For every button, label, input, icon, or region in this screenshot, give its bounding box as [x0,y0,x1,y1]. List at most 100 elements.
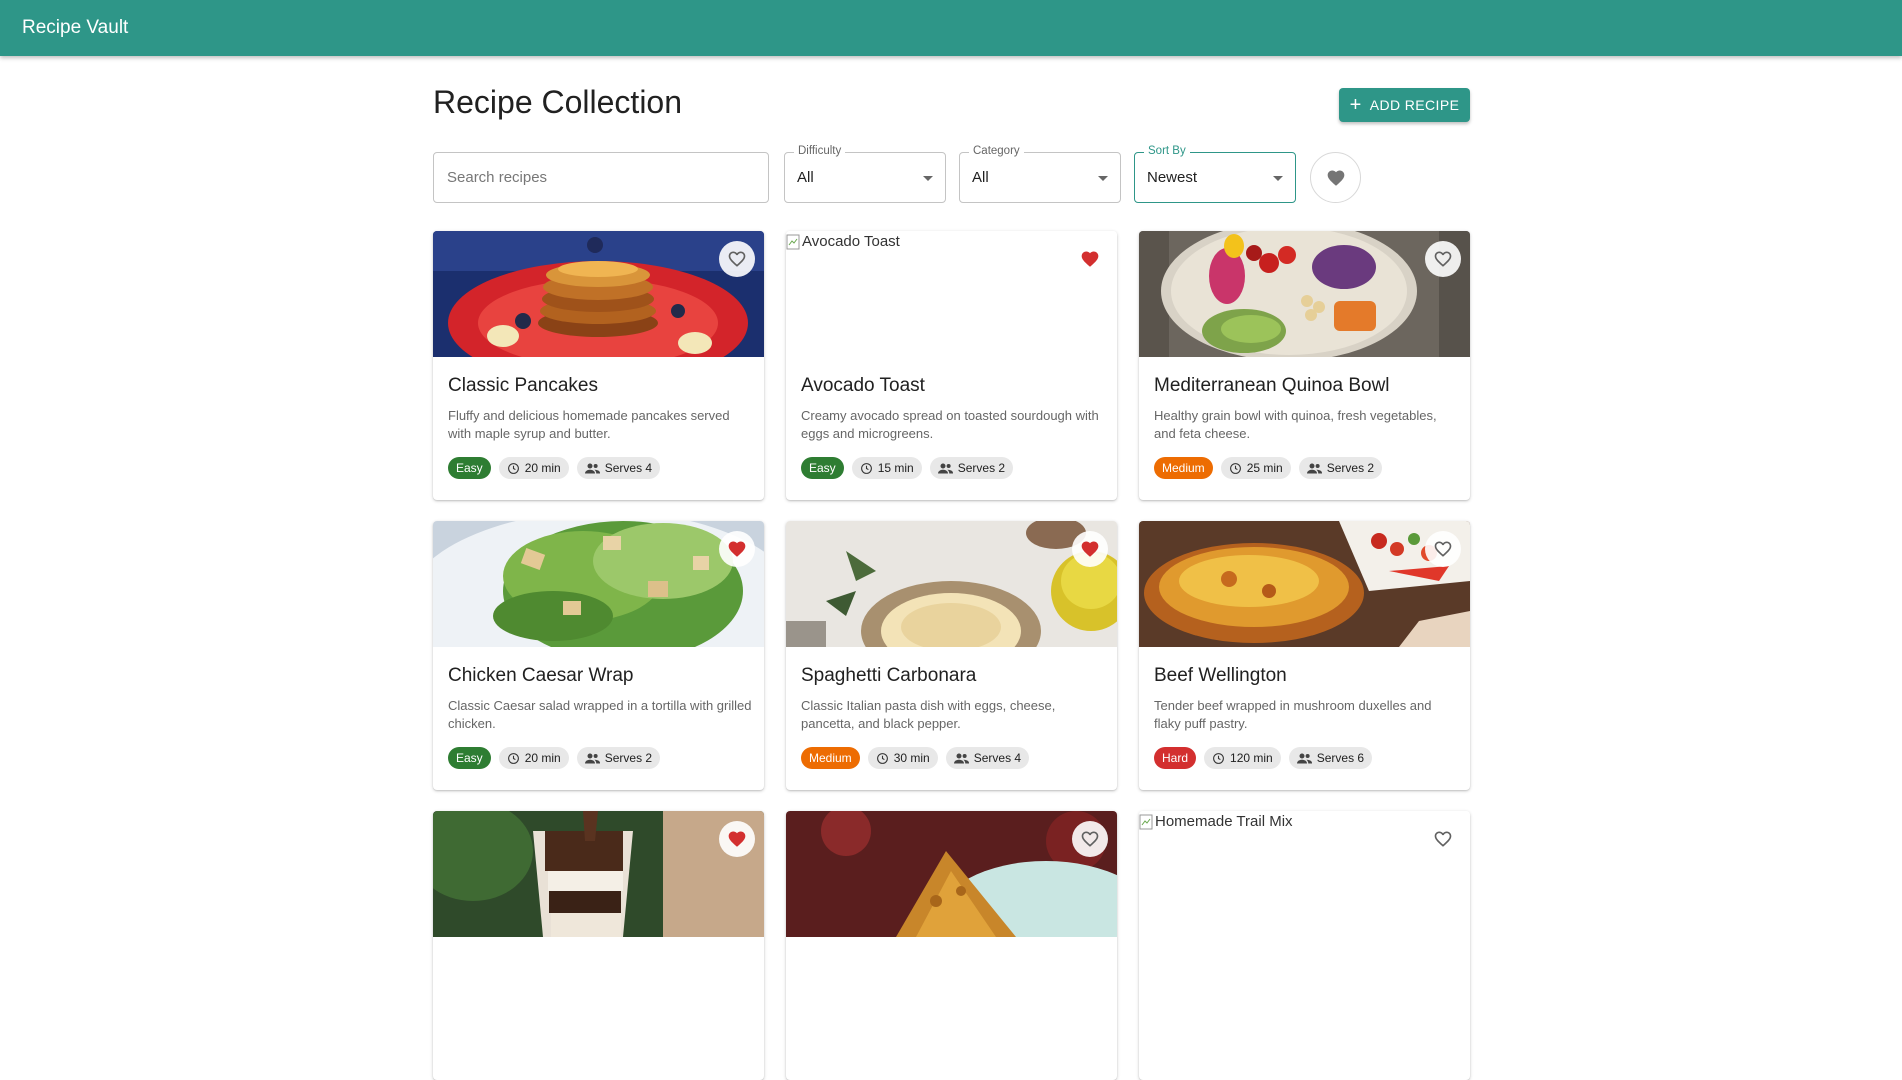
recipe-card[interactable]: Avocado Toast Avocado Toast Creamy avoca… [786,231,1117,500]
heart-outline-icon [1433,249,1453,269]
favorite-toggle[interactable] [719,821,755,857]
heart-filled-icon [727,539,747,559]
favorites-filter-button[interactable] [1310,152,1361,203]
difficulty-select[interactable]: Difficulty All [784,145,946,203]
favorite-toggle[interactable] [1425,821,1461,857]
category-value: All [972,169,989,186]
recipe-title: Mediterranean Quinoa Bowl [1154,375,1390,396]
add-recipe-button[interactable]: + ADD RECIPE [1339,88,1470,122]
difficulty-chip: Hard [1154,747,1197,769]
serves-chip: Serves 4 [576,457,661,479]
recipe-card[interactable]: Mediterranean Quinoa Bowl Healthy grain … [1139,231,1470,500]
time-chip: 20 min [498,457,569,479]
recipe-description: Creamy avocado spread on toasted sourdou… [801,408,1099,441]
time-value: 25 min [1246,461,1283,475]
serves-chip: Serves 2 [576,747,661,769]
difficulty-label: Difficulty [794,145,846,157]
recipe-meta: Medium 25 min Serves 2 [1154,457,1383,479]
recipe-title: Spaghetti Carbonara [801,665,977,686]
favorite-toggle[interactable] [1072,821,1108,857]
serves-chip: Serves 2 [929,457,1014,479]
heart-outline-icon [727,249,747,269]
difficulty-chip: Easy [801,457,844,479]
difficulty-chip: Easy [448,747,491,769]
recipe-image: Homemade Trail Mix [1139,811,1470,937]
page-title: Recipe Collection [433,84,683,120]
clock-icon [507,462,520,475]
clock-icon [860,462,873,475]
clock-icon [1212,752,1225,765]
recipe-image [433,231,764,357]
recipe-card[interactable] [786,811,1117,1080]
broken-image-icon [1139,814,1153,830]
recipe-image: Avocado Toast [786,231,1117,357]
heart-icon [1326,168,1346,188]
recipe-card[interactable]: Beef Wellington Tender beef wrapped in m… [1139,521,1470,790]
time-chip: 30 min [867,747,938,769]
broken-image-alt: Homemade Trail Mix [1139,813,1293,830]
recipe-description: Healthy grain bowl with quinoa, fresh ve… [1154,408,1437,441]
favorite-toggle[interactable] [719,531,755,567]
heart-outline-icon [1433,539,1453,559]
sort-select[interactable]: Sort By Newest [1134,145,1296,203]
serves-value: Serves 4 [604,461,653,475]
time-value: 20 min [524,461,561,475]
heart-filled-icon [727,829,747,849]
time-value: 120 min [1230,751,1273,765]
recipe-meta: Easy 20 min Serves 4 [448,457,661,479]
people-icon [584,462,600,475]
clock-icon [1229,462,1242,475]
serves-chip: Serves 6 [1288,747,1373,769]
app-bar: Recipe Vault [0,0,1902,56]
favorite-toggle[interactable] [719,241,755,277]
recipe-card[interactable]: Homemade Trail Mix [1139,811,1470,1080]
serves-chip: Serves 4 [945,747,1030,769]
image-alt-text: Homemade Trail Mix [1155,813,1293,830]
serves-value: Serves 2 [604,751,653,765]
heart-filled-icon [1080,539,1100,559]
recipe-card[interactable]: Classic Pancakes Fluffy and delicious ho… [433,231,764,500]
serves-value: Serves 2 [1326,461,1375,475]
favorite-toggle[interactable] [1425,531,1461,567]
recipe-description: Classic Caesar salad wrapped in a tortil… [448,698,752,731]
people-icon [584,752,600,765]
category-label: Category [969,145,1024,157]
recipe-card[interactable]: Chicken Caesar Wrap Classic Caesar salad… [433,521,764,790]
recipe-title: Beef Wellington [1154,665,1287,686]
heart-outline-icon [1433,829,1453,849]
chevron-down-icon [1273,176,1283,181]
favorite-toggle[interactable] [1072,241,1108,277]
time-chip: 20 min [498,747,569,769]
time-value: 30 min [893,751,930,765]
heart-outline-icon [1080,829,1100,849]
search-input[interactable]: Search recipes [433,152,769,203]
sort-value: Newest [1147,169,1198,186]
recipe-meta: Easy 15 min Serves 2 [801,457,1014,479]
sort-label: Sort By [1144,145,1190,157]
recipe-title: Classic Pancakes [448,375,598,396]
broken-image-icon [786,234,800,250]
clock-icon [876,752,889,765]
people-icon [953,752,969,765]
chevron-down-icon [1098,176,1108,181]
recipe-description: Tender beef wrapped in mushroom duxelles… [1154,698,1432,731]
app-title: Recipe Vault [22,17,129,38]
clock-icon [507,752,520,765]
recipe-title: Chicken Caesar Wrap [448,665,634,686]
add-recipe-label: ADD RECIPE [1369,97,1460,113]
recipe-image [433,811,764,937]
time-chip: 120 min [1204,747,1281,769]
difficulty-chip: Medium [801,747,860,769]
favorite-toggle[interactable] [1425,241,1461,277]
recipe-image [786,521,1117,647]
category-select[interactable]: Category All [959,145,1121,203]
filter-bar: Search recipes Difficulty All Category A… [433,145,1470,204]
recipe-card[interactable]: Spaghetti Carbonara Classic Italian past… [786,521,1117,790]
time-value: 20 min [524,751,561,765]
people-icon [1296,752,1312,765]
serves-value: Serves 6 [1316,751,1365,765]
difficulty-chip: Easy [448,457,491,479]
serves-chip: Serves 2 [1298,457,1383,479]
recipe-card[interactable] [433,811,764,1080]
favorite-toggle[interactable] [1072,531,1108,567]
